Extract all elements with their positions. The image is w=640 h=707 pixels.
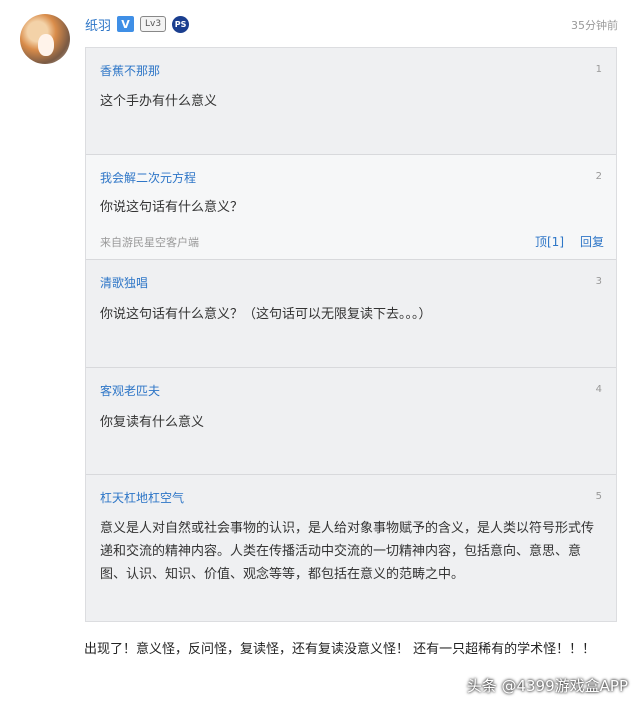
post-time: 35分钟前 [571, 19, 618, 32]
floor-author[interactable]: 清歌独唱 [100, 274, 148, 291]
verified-icon: V [117, 16, 135, 32]
username-link[interactable]: 纸羽 [85, 15, 111, 34]
floor-author[interactable]: 我会解二次元方程 [100, 169, 196, 186]
quoted-thread: 香蕉不那那 1 这个手办有什么意义 我会解二次元方程 2 你说这句话有什么意义？… [85, 47, 617, 622]
floor-number: 3 [595, 276, 602, 287]
floor-number: 2 [595, 171, 602, 182]
floor-text: 你复读有什么意义 [100, 415, 205, 430]
floor-1: 香蕉不那那 1 这个手办有什么意义 [86, 48, 616, 154]
floor-4: 客观老匹夫 4 你复读有什么意义 [86, 368, 616, 474]
floor-text: 你说这句话有什么意义？（这句话可以无限复读下去。。。） [100, 307, 432, 322]
level-badge: Lv3 [140, 16, 167, 32]
floor-3: 清歌独唱 3 你说这句话有什么意义？（这句话可以无限复读下去。。。） [86, 260, 616, 367]
floor-number: 5 [595, 491, 602, 502]
floor-author[interactable]: 香蕉不那那 [100, 62, 160, 79]
floor-text: 意义是人对自然或社会事物的认识，是人给对象事物赋予的含义，是人类以符号形式传递和… [100, 521, 595, 582]
comment-text: 出现了！意义怪，反问怪，复读怪，还有复读没意义怪！ 还有一只超稀有的学术怪！！！ [84, 642, 596, 657]
user-avatar[interactable] [20, 14, 70, 64]
reply-button[interactable]: 回复 [580, 233, 604, 250]
floor-text: 这个手办有什么意义 [100, 94, 218, 109]
floor-text: 你说这句话有什么意义？ [100, 200, 244, 215]
post-header: 纸羽 V Lv3 PS [85, 14, 190, 34]
avatar-image-detail [38, 34, 54, 56]
floor-5: 杠天杠地杠空气 5 意义是人对自然或社会事物的认识，是人给对象事物赋予的含义，是… [86, 475, 616, 623]
client-source: 来自游民星空客户端 [100, 236, 199, 249]
floor-author[interactable]: 杠天杠地杠空气 [100, 489, 184, 506]
playstation-icon: PS [172, 15, 190, 33]
floor-number: 1 [595, 64, 602, 75]
like-button[interactable]: 顶[1] [535, 233, 564, 250]
floor-2: 我会解二次元方程 2 你说这句话有什么意义？ 来自游民星空客户端 顶[1] 回复 [86, 155, 616, 259]
floor-author[interactable]: 客观老匹夫 [100, 382, 160, 399]
watermark: 头条 @4399游戏盒APP [466, 677, 628, 695]
floor-number: 4 [595, 384, 602, 395]
